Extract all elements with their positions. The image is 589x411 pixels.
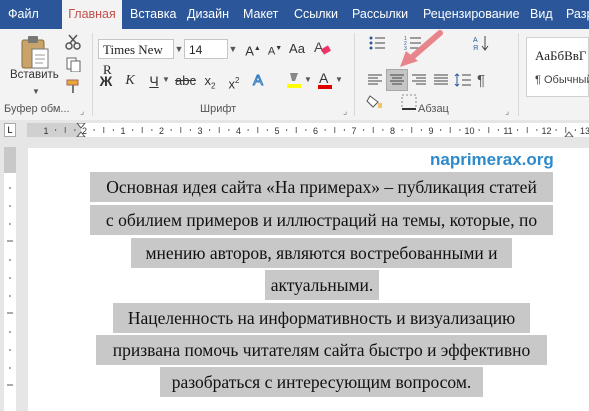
ruler-number: 3 [197,126,202,136]
svg-text:A: A [253,72,263,89]
font-color-dropdown-icon[interactable]: ▼ [335,75,343,84]
tab-insert[interactable]: Вставка [130,0,176,29]
align-left-button[interactable] [364,69,386,91]
tab-mailings[interactable]: Рассылки [352,0,408,29]
superscript-button[interactable]: x2 [224,70,244,92]
sort-icon[interactable]: AЯ [470,32,492,54]
paragraph-group-label: Абзац [418,103,449,115]
clipboard-group-label: Буфер обм... [4,103,70,115]
font-size-dropdown-icon[interactable]: ▼ [227,39,239,59]
document-line[interactable]: Основная идея сайта «На примерах» – публ… [90,172,553,202]
align-right-button[interactable] [408,69,430,91]
show-marks-icon[interactable]: ¶ [470,69,492,91]
font-name-field[interactable]: Times New R [98,39,174,77]
document-line[interactable]: мнению авторов, являются востребованными… [131,238,512,268]
style-name: ¶ Обычный [535,74,589,86]
svg-text:A: A [319,70,329,86]
tab-developer[interactable]: Разр [566,0,589,29]
tab-view[interactable]: Вид [530,0,553,29]
style-normal[interactable]: АаБбВвГ ¶ Обычный [526,37,589,97]
svg-text:Я: Я [473,45,478,52]
horizontal-ruler[interactable]: 1 2 1 2 3 4 5 6 7 8 9 10 11 12 13 [27,123,589,137]
subscript-button[interactable]: x2 [200,70,220,92]
ruler-number: 7 [351,126,356,136]
ruler-number: 1 [43,126,48,136]
svg-text:A: A [473,37,478,44]
tab-selector-icon[interactable]: L [4,123,16,137]
italic-button[interactable]: К [122,70,138,92]
tab-review[interactable]: Рецензирование [423,0,520,29]
ribbon: Вставить ▼ Буфер обм... ⌟ Times New R ▼ … [0,29,589,121]
ribbon-tabs: Файл Главная Вставка Дизайн Макет Ссылки… [0,0,589,29]
cut-icon[interactable] [62,31,84,53]
document-line[interactable]: призвана помочь читателям сайта быстро и… [96,335,547,365]
shrink-font-icon[interactable]: A▼ [265,38,285,60]
clipboard-launcher-icon[interactable]: ⌟ [80,106,84,117]
paste-dropdown-icon[interactable]: ▼ [32,87,40,96]
underline-dropdown-icon[interactable]: ▼ [162,75,170,84]
highlight-dropdown-icon[interactable]: ▼ [304,75,312,84]
tab-design[interactable]: Дизайн [187,0,229,29]
ruler-number: 2 [159,126,164,136]
vertical-ruler[interactable] [4,147,16,411]
document-line[interactable]: актуальными. [265,270,379,300]
ruler-number: 5 [274,126,279,136]
font-launcher-icon[interactable]: ⌟ [343,106,347,117]
highlight-color-icon[interactable] [284,70,304,92]
bullets-icon[interactable] [366,32,388,54]
tab-file[interactable]: Файл [8,0,39,29]
ruler-number: 8 [390,126,395,136]
separator [354,33,355,116]
svg-text:A: A [314,39,324,55]
paste-button[interactable] [14,33,54,73]
borders-icon[interactable] [398,91,420,113]
style-preview: АаБбВвГ [535,48,587,63]
ruler-number: 4 [236,126,241,136]
separator [518,33,519,116]
ruler-number: 12 [541,126,551,136]
text-effects-icon[interactable]: A [250,70,270,92]
pointer-arrow-icon [400,30,443,67]
change-case-icon[interactable]: Aa [287,38,307,60]
clear-formatting-icon[interactable]: A [312,38,332,60]
format-painter-icon[interactable] [62,75,84,97]
separator [92,33,93,116]
strikethrough-button[interactable]: abc [175,70,196,92]
justify-button[interactable] [430,69,452,91]
align-center-button[interactable] [386,69,408,91]
copy-icon[interactable] [62,53,84,75]
font-color-icon[interactable]: A [315,70,335,92]
tab-home[interactable]: Главная [62,0,122,29]
document-line[interactable]: разобраться с интересующим вопросом. [160,367,483,397]
ruler-row: L 1 2 1 2 3 4 5 6 7 8 9 10 11 12 13 [0,120,589,140]
site-watermark: naprimerax.org [430,150,554,169]
clipboard-icon [21,36,49,69]
tab-layout[interactable]: Макет [243,0,278,29]
paste-label[interactable]: Вставить [10,69,59,81]
tab-references[interactable]: Ссылки [294,0,338,29]
grow-font-icon[interactable]: A▲ [243,38,263,60]
ruler-number: 11 [503,126,512,136]
document-line[interactable]: с обилием примеров и иллюстраций на темы… [90,205,553,235]
paragraph-launcher-icon[interactable]: ⌟ [505,106,509,117]
underline-button[interactable]: Ч [146,70,162,92]
font-group-label: Шрифт [200,103,237,115]
bold-button[interactable]: Ж [98,70,114,92]
shading-icon[interactable] [364,91,386,113]
ruler-number: 13 [580,126,589,136]
ruler-number: 9 [428,126,433,136]
document-line[interactable]: Нацеленность на информативность и визуал… [113,303,530,333]
ruler-number: 1 [120,126,125,136]
font-size-field[interactable]: 14 [184,39,228,59]
ruler-number: 10 [464,126,474,136]
ruler-ticks: 1 2 1 2 3 4 5 6 7 8 9 10 11 12 13 [43,123,589,137]
ruler-number: 6 [313,126,318,136]
